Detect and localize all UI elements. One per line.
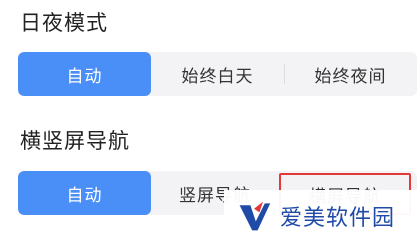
day-night-mode-segmented-control: 自动 始终白天 始终夜间 — [18, 52, 417, 96]
day-night-mode-title: 日夜模式 — [20, 11, 108, 35]
day-night-always-night-button[interactable]: 始终夜间 — [284, 52, 417, 96]
orientation-auto-button[interactable]: 自动 — [18, 171, 151, 215]
watermark: 爱美软件园 — [224, 190, 419, 241]
watermark-logo-icon — [239, 201, 271, 230]
day-night-auto-button[interactable]: 自动 — [18, 52, 151, 96]
orientation-navigation-title: 横竖屏导航 — [20, 129, 130, 153]
day-night-always-day-button[interactable]: 始终白天 — [151, 52, 284, 96]
watermark-text: 爱美软件园 — [280, 205, 396, 231]
